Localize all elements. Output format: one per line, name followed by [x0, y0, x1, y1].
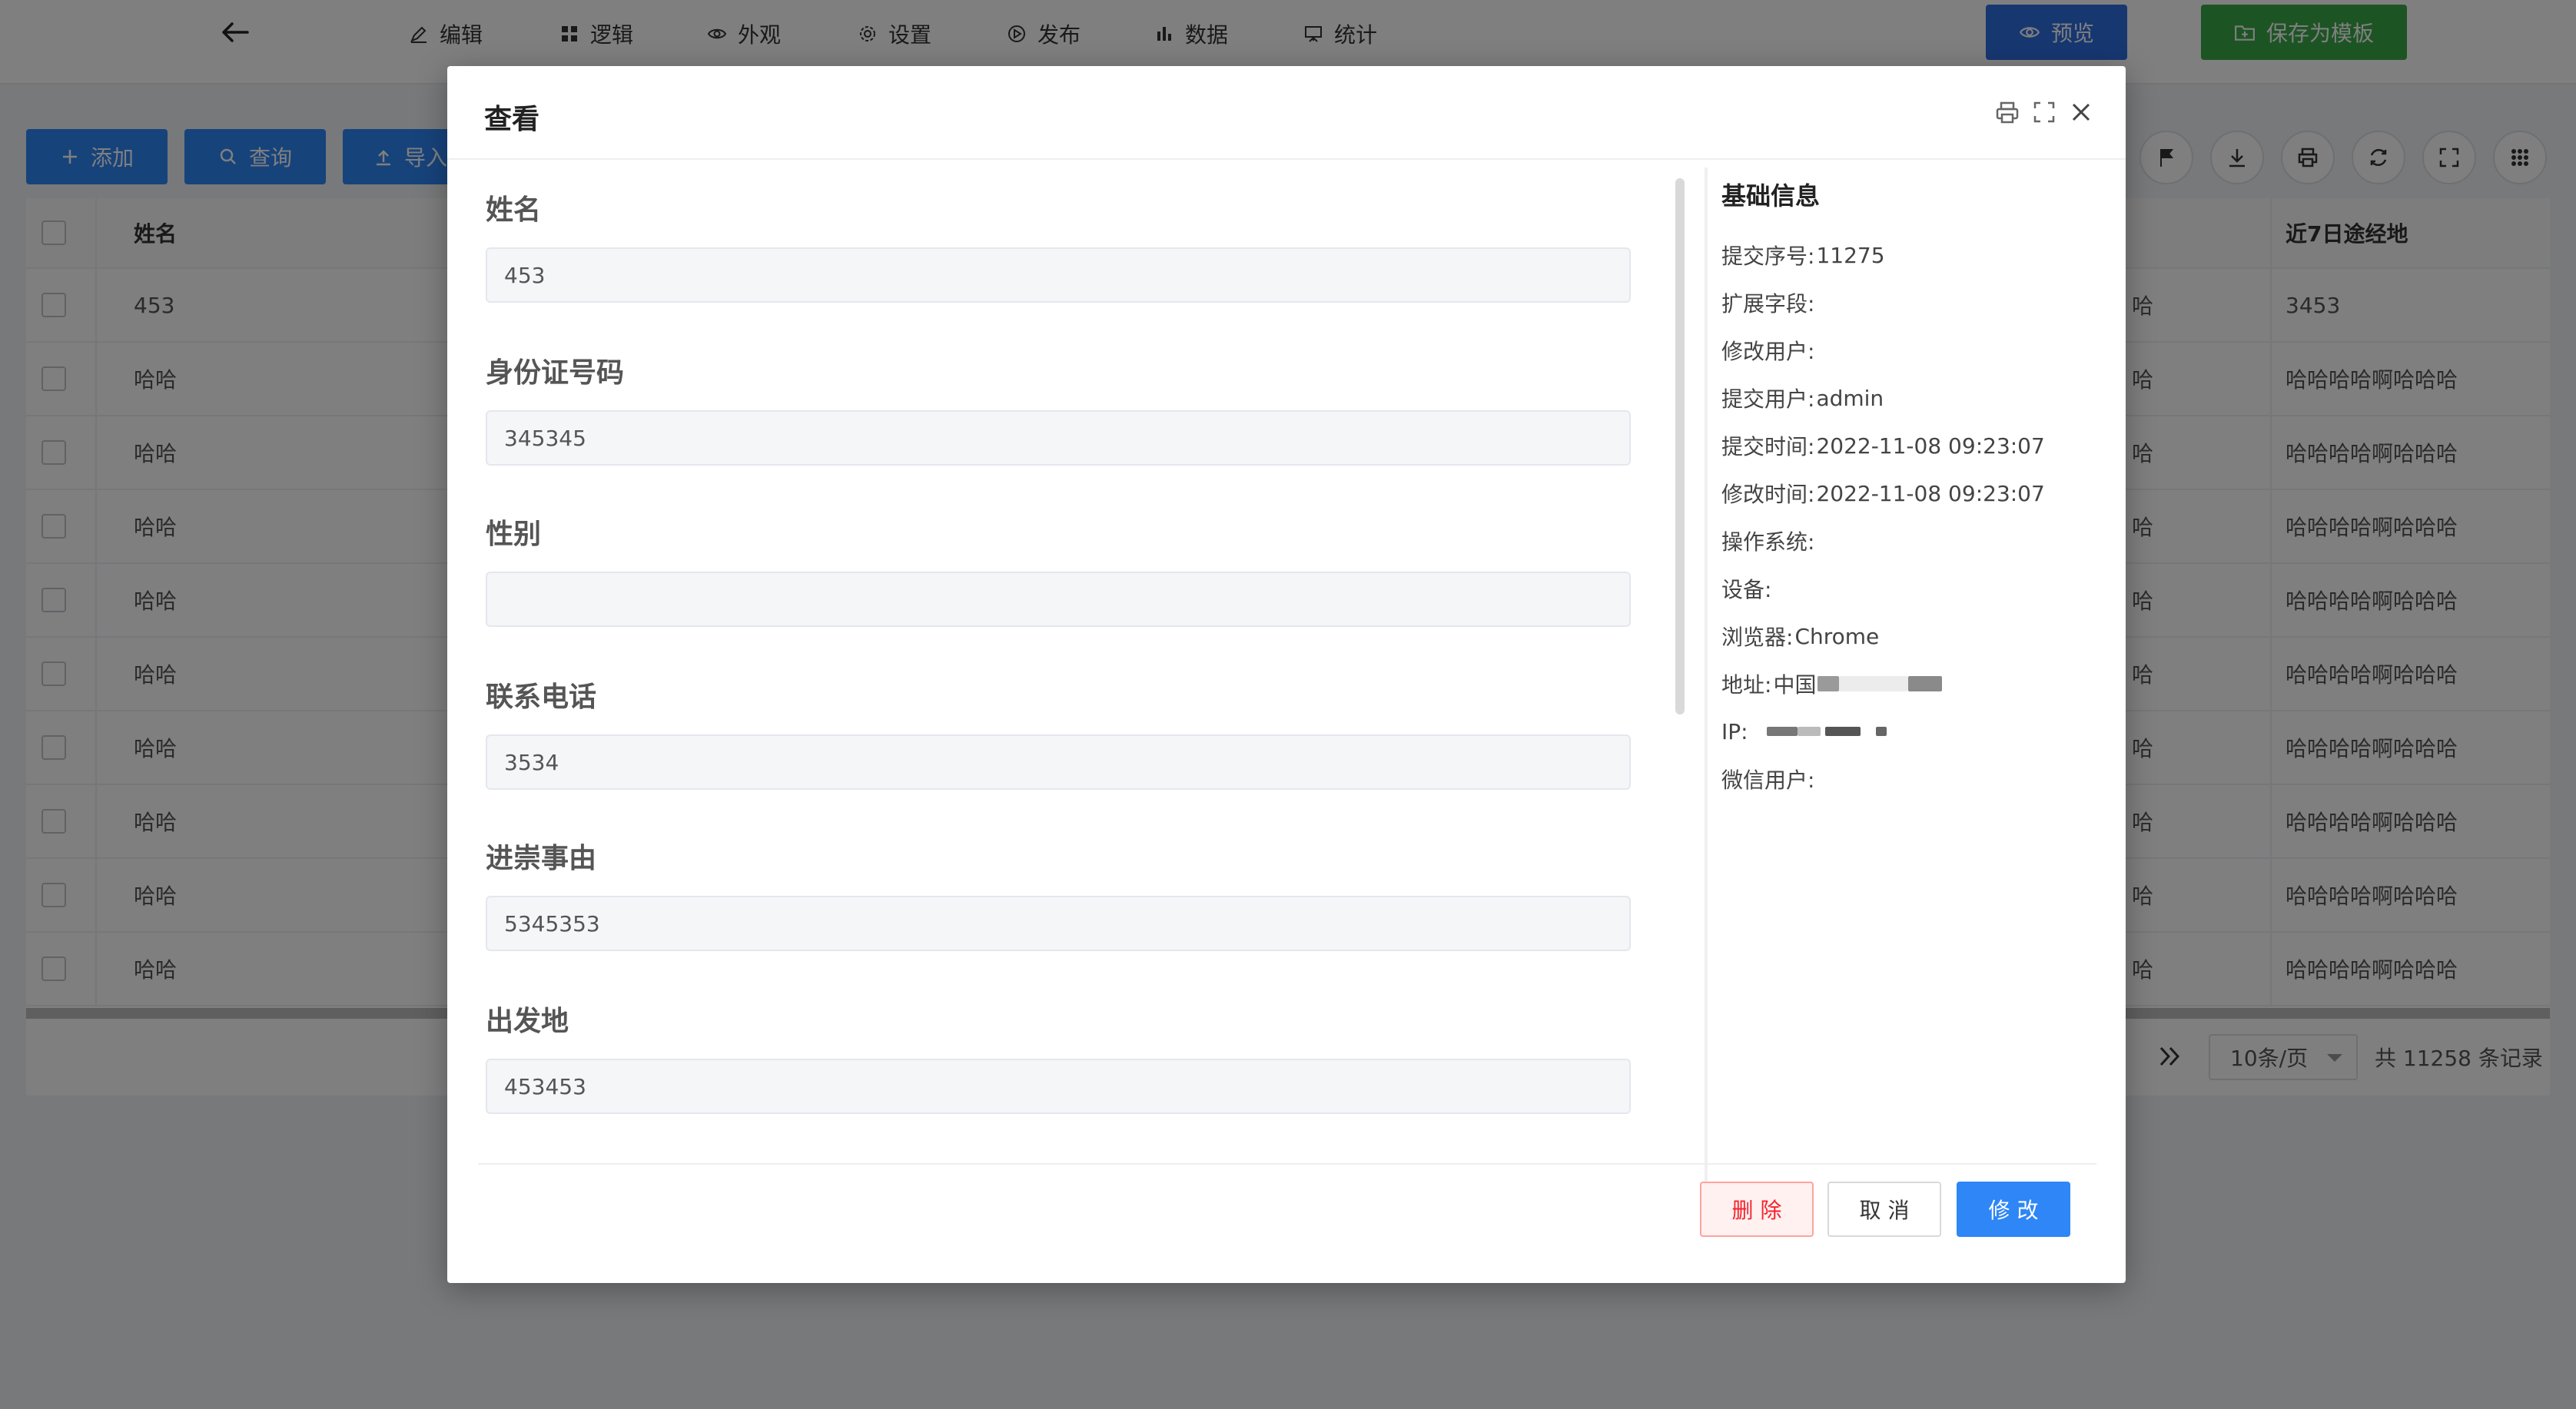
- info-label: 修改用户:: [1721, 339, 1815, 364]
- info-label: 提交序号:: [1721, 244, 1815, 269]
- info-label: 设备:: [1721, 577, 1772, 602]
- gender-field[interactable]: [486, 572, 1631, 627]
- info-value: 11275: [1816, 242, 1885, 268]
- info-row-os: 操作系统:: [1721, 525, 1816, 556]
- reason-field[interactable]: [486, 896, 1631, 951]
- info-row-modify-time: 修改时间: 2022-11-08 09:23:07: [1721, 478, 2045, 509]
- redacted-block: [1824, 727, 1861, 736]
- info-label: 提交用户:: [1721, 386, 1815, 412]
- page: 编辑 逻辑 外观 设置 发布 数据 统计 预览: [0, 0, 2576, 1409]
- info-row-submit-time: 提交时间: 2022-11-08 09:23:07: [1721, 430, 2045, 461]
- info-value: 中国: [1773, 672, 1817, 698]
- phone-field[interactable]: [486, 734, 1631, 790]
- name-field[interactable]: [486, 247, 1631, 303]
- origin-field[interactable]: [486, 1059, 1631, 1114]
- info-label: 地址:: [1721, 672, 1772, 698]
- field-label-origin: 出发地: [486, 1006, 569, 1037]
- view-record-dialog: 查看 姓名 身份证号码 性别 联系电话 进崇事由 出发地 基础信息 提交序号:: [447, 66, 2126, 1283]
- id-number-field[interactable]: [486, 410, 1631, 466]
- info-row-submit-id: 提交序号: 11275: [1721, 240, 1885, 270]
- info-row-browser: 浏览器: Chrome: [1721, 621, 1879, 651]
- field-label-name: 姓名: [486, 194, 542, 226]
- panel-divider: [1705, 167, 1708, 1215]
- info-label: 浏览器:: [1721, 625, 1794, 650]
- redacted-block: [1817, 676, 1840, 691]
- info-row-device: 设备:: [1721, 573, 1773, 604]
- dialog-footer-divider: [478, 1163, 2096, 1165]
- info-row-extension: 扩展字段:: [1721, 287, 1816, 318]
- info-row-modify-user: 修改用户:: [1721, 335, 1816, 366]
- form-scrollbar[interactable]: [1675, 178, 1685, 714]
- info-value: Chrome: [1794, 623, 1880, 649]
- info-value: 2022-11-08 09:23:07: [1816, 480, 2045, 506]
- info-label: IP:: [1721, 718, 1748, 744]
- field-label-phone: 联系电话: [486, 681, 597, 713]
- redacted-block: [1875, 727, 1887, 736]
- info-label: 微信用户:: [1721, 767, 1815, 793]
- info-label: 修改时间:: [1721, 482, 1815, 507]
- info-value: admin: [1816, 385, 1884, 411]
- info-row-ip: IP:: [1721, 716, 1887, 747]
- print-icon[interactable]: [1992, 97, 2023, 128]
- info-label: 操作系统:: [1721, 529, 1815, 555]
- info-value: 2022-11-08 09:23:07: [1816, 433, 2045, 459]
- info-row-submit-user: 提交用户: admin: [1721, 383, 1884, 413]
- info-label: 扩展字段:: [1721, 291, 1815, 317]
- redacted-block: [1908, 676, 1943, 691]
- basic-info-title: 基础信息: [1721, 181, 1821, 211]
- edit-button[interactable]: 修 改: [1957, 1182, 2070, 1237]
- close-icon[interactable]: [2066, 97, 2096, 128]
- info-row-address: 地址: 中国: [1721, 668, 1943, 699]
- redacted-block: [1766, 727, 1798, 736]
- redacted-block: [1797, 727, 1821, 736]
- field-label-gender: 性别: [486, 519, 542, 550]
- cancel-button[interactable]: 取 消: [1827, 1182, 1941, 1237]
- redacted-block: [1839, 676, 1909, 691]
- field-label-reason: 进崇事由: [486, 843, 597, 874]
- dialog-header-divider: [447, 158, 2126, 160]
- maximize-icon[interactable]: [2029, 97, 2060, 128]
- info-row-wechat-user: 微信用户:: [1721, 764, 1816, 794]
- delete-button[interactable]: 删 除: [1700, 1182, 1814, 1237]
- info-label: 提交时间:: [1721, 434, 1815, 459]
- dialog-title: 查看: [484, 104, 540, 135]
- field-label-id-number: 身份证号码: [486, 357, 625, 389]
